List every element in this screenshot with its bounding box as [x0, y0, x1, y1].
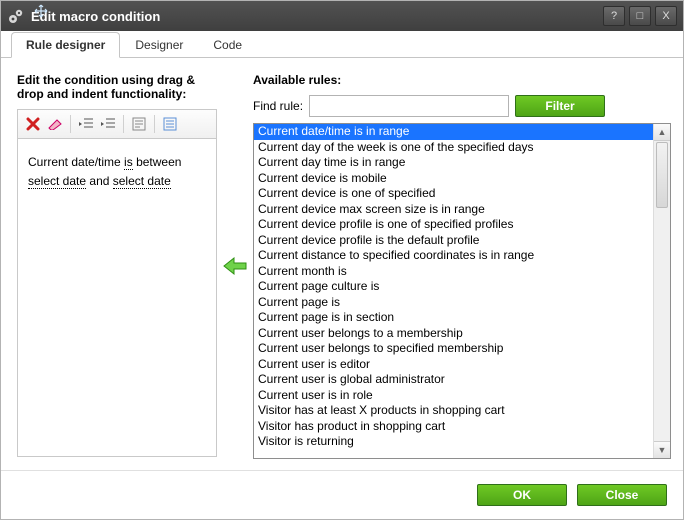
condition-text-3: and — [89, 174, 112, 188]
condition-editor[interactable]: Current date/time is between select date… — [17, 139, 217, 457]
rule-item[interactable]: Current device profile is one of specifi… — [254, 217, 653, 233]
available-rules-heading: Available rules: — [253, 73, 671, 87]
rule-item[interactable]: Current page is in section — [254, 310, 653, 326]
right-panel: Available rules: Find rule: Filter Curre… — [253, 73, 671, 459]
maximize-button[interactable]: □ — [629, 6, 651, 26]
rule-item[interactable]: Visitor is returning — [254, 434, 653, 450]
filter-button[interactable]: Filter — [515, 95, 605, 117]
dialog-title: Edit macro condition — [27, 9, 599, 24]
rule-item[interactable]: Current page culture is — [254, 279, 653, 295]
tab-designer[interactable]: Designer — [120, 32, 198, 57]
find-rule-label: Find rule: — [253, 99, 303, 113]
rule-item[interactable]: Current user belongs to specified member… — [254, 341, 653, 357]
scroll-up-icon[interactable]: ▲ — [654, 124, 670, 141]
rule-item[interactable]: Current day time is in range — [254, 155, 653, 171]
toolbar-separator — [154, 115, 155, 133]
rule-item[interactable]: Current user is editor — [254, 357, 653, 373]
ok-button[interactable]: OK — [477, 484, 567, 506]
find-row: Find rule: Filter — [253, 95, 671, 117]
close-button[interactable]: Close — [577, 484, 667, 506]
tab-strip: Rule designer Designer Code — [1, 31, 683, 58]
rules-list-container: Current date/time is in rangeCurrent day… — [253, 123, 671, 459]
find-rule-input[interactable] — [309, 95, 509, 117]
rule-item[interactable]: Current month is — [254, 264, 653, 280]
condition-toolbar — [17, 109, 217, 139]
rule-item[interactable]: Current page is — [254, 295, 653, 311]
rule-item[interactable]: Current device max screen size is in ran… — [254, 202, 653, 218]
arrow-left-icon[interactable] — [222, 255, 248, 277]
clear-icon[interactable] — [44, 114, 66, 134]
toolbar-separator — [123, 115, 124, 133]
scroll-thumb[interactable] — [656, 142, 668, 208]
scrollbar[interactable]: ▲ ▼ — [653, 124, 670, 458]
rule-item[interactable]: Current user is in role — [254, 388, 653, 404]
gears-icon — [7, 7, 27, 25]
rule-item[interactable]: Current device profile is the default pr… — [254, 233, 653, 249]
move-icon — [34, 4, 48, 18]
rule-item[interactable]: Current date/time is in range — [254, 124, 653, 140]
help-button[interactable]: ? — [603, 6, 625, 26]
rule-item[interactable]: Current user is global administrator — [254, 372, 653, 388]
view-text-icon[interactable] — [128, 114, 150, 134]
rule-item[interactable]: Current device is one of specified — [254, 186, 653, 202]
toolbar-separator — [70, 115, 71, 133]
dialog-footer: OK Close — [1, 470, 683, 519]
rule-item[interactable]: Current user belongs to a membership — [254, 326, 653, 342]
scroll-down-icon[interactable]: ▼ — [654, 441, 670, 458]
tab-code[interactable]: Code — [198, 32, 257, 57]
indent-icon[interactable] — [97, 114, 119, 134]
rule-item[interactable]: Current device is mobile — [254, 171, 653, 187]
delete-icon[interactable] — [22, 114, 44, 134]
condition-text-2: between — [136, 155, 181, 169]
content-area: Edit the condition using drag & drop and… — [1, 57, 683, 471]
condition-text-1: Current date/time — [28, 155, 124, 169]
close-x-button[interactable]: X — [655, 6, 677, 26]
rule-item[interactable]: Current distance to specified coordinate… — [254, 248, 653, 264]
condition-end-date[interactable]: select date — [113, 174, 171, 189]
rules-list[interactable]: Current date/time is in rangeCurrent day… — [254, 124, 653, 458]
condition-operator[interactable]: is — [124, 155, 133, 170]
tab-rule-designer[interactable]: Rule designer — [11, 32, 120, 58]
dialog-window: Edit macro condition ? □ X Rule designer… — [0, 0, 684, 520]
title-bar: Edit macro condition ? □ X — [1, 1, 683, 31]
condition-start-date[interactable]: select date — [28, 174, 86, 189]
left-panel: Edit the condition using drag & drop and… — [17, 73, 217, 459]
outdent-icon[interactable] — [75, 114, 97, 134]
rule-item[interactable]: Visitor has product in shopping cart — [254, 419, 653, 435]
edit-heading: Edit the condition using drag & drop and… — [17, 73, 217, 101]
rule-item[interactable]: Current day of the week is one of the sp… — [254, 140, 653, 156]
view-list-icon[interactable] — [159, 114, 181, 134]
rule-item[interactable]: Visitor has at least X products in shopp… — [254, 403, 653, 419]
middle-column — [217, 73, 253, 459]
